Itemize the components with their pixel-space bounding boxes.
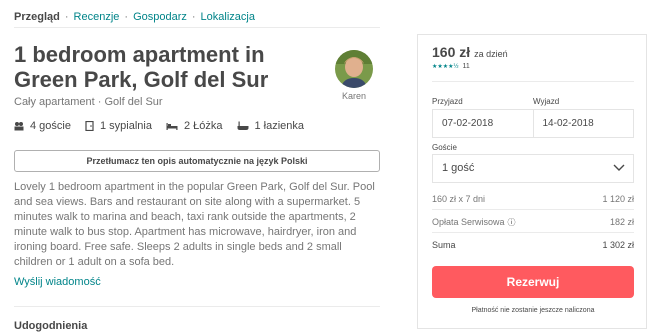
checkin-label: Przyjazd bbox=[432, 97, 463, 106]
chevron-down-icon bbox=[613, 164, 625, 171]
guests-count-label: 4 goście bbox=[30, 120, 71, 132]
price-line-service: Opłata Serwisowa ⓘ 182 zł bbox=[432, 217, 634, 228]
panel-divider bbox=[432, 209, 634, 210]
price-total: Suma 1 302 zł bbox=[432, 240, 634, 250]
listing-title: 1 bedroom apartment in Green Park, Golf … bbox=[14, 42, 269, 92]
nightly-price: 160 zł bbox=[432, 44, 471, 60]
booking-panel: 160 zł za dzień ★★★★½ 11 Przyjazd Wyjazd… bbox=[417, 34, 647, 329]
nights-calculation: 160 zł x 7 dni bbox=[432, 194, 486, 204]
price-line-nights: 160 zł x 7 dni 1 120 zł bbox=[432, 194, 634, 204]
listing-description: Lovely 1 bedroom apartment in the popula… bbox=[14, 181, 375, 268]
baths-count: 1 łazienka bbox=[237, 120, 305, 132]
star-rating-icon: ★★★★½ bbox=[432, 64, 459, 70]
checkout-label: Wyjazd bbox=[533, 97, 560, 106]
nav-overview[interactable]: Przegląd bbox=[14, 11, 60, 23]
baths-count-label: 1 łazienka bbox=[254, 120, 305, 132]
nights-subtotal: 1 120 zł bbox=[602, 194, 634, 204]
nav-separator: · bbox=[191, 10, 196, 23]
price-period: za dzień bbox=[474, 49, 508, 59]
beds-count: 2 Łóżka bbox=[166, 120, 223, 132]
nav-host[interactable]: Gospodarz bbox=[133, 11, 187, 23]
panel-divider bbox=[432, 232, 634, 233]
service-fee-label: Opłata Serwisowa bbox=[432, 217, 505, 227]
payment-note: Płatność nie zostanie jeszcze naliczona bbox=[471, 307, 595, 314]
bedrooms-count-label: 1 sypialnia bbox=[99, 120, 152, 132]
checkout-date-input[interactable]: 14-02-2018 bbox=[532, 110, 634, 137]
checkin-date-input[interactable]: 07-02-2018 bbox=[433, 110, 533, 137]
listing-summary: 4 goście 1 sypialnia 2 Łóżka 1 łazienka bbox=[14, 120, 318, 132]
host-avatar[interactable] bbox=[335, 50, 373, 88]
beds-count-label: 2 Łóżka bbox=[183, 120, 223, 132]
section-nav: Przegląd · Recenzje · Gospodarz · Lokali… bbox=[14, 6, 380, 28]
panel-divider bbox=[432, 81, 634, 82]
book-button[interactable]: Rezerwuj bbox=[432, 266, 634, 298]
send-message-link[interactable]: Wyślij wiadomość bbox=[14, 276, 101, 288]
date-range-picker: 07-02-2018 14-02-2018 bbox=[432, 109, 634, 138]
section-divider bbox=[14, 306, 380, 307]
total-label: Suma bbox=[432, 240, 456, 250]
nav-reviews[interactable]: Recenzje bbox=[74, 11, 120, 23]
service-fee-value: 182 zł bbox=[609, 217, 634, 227]
translate-button[interactable]: Przetłumacz ten opis automatycznie na ję… bbox=[14, 150, 380, 172]
nav-location[interactable]: Lokalizacja bbox=[201, 11, 255, 23]
guests-label: Goście bbox=[432, 143, 457, 152]
bed-icon bbox=[166, 123, 178, 130]
bathtub-icon bbox=[237, 121, 248, 130]
review-count: 11 bbox=[462, 63, 470, 70]
host-profile[interactable]: Karen bbox=[334, 50, 374, 101]
guests-icon bbox=[14, 122, 24, 131]
guests-select-value: 1 gość bbox=[442, 162, 475, 174]
nav-separator: · bbox=[64, 10, 69, 23]
guests-select[interactable]: 1 gość bbox=[432, 154, 634, 183]
listing-subtitle: Cały apartament · Golf del Sur bbox=[14, 96, 163, 108]
host-name: Karen bbox=[341, 91, 367, 101]
price-row: 160 zł za dzień bbox=[432, 44, 508, 60]
info-icon[interactable]: ⓘ bbox=[508, 218, 516, 227]
bedrooms-count: 1 sypialnia bbox=[85, 120, 152, 132]
total-value: 1 302 zł bbox=[602, 240, 634, 250]
nav-separator: · bbox=[124, 10, 129, 23]
amenities-heading: Udogodnienia bbox=[14, 320, 88, 332]
door-icon bbox=[85, 121, 94, 131]
guests-count: 4 goście bbox=[14, 120, 71, 132]
rating-summary[interactable]: ★★★★½ 11 bbox=[432, 63, 470, 70]
